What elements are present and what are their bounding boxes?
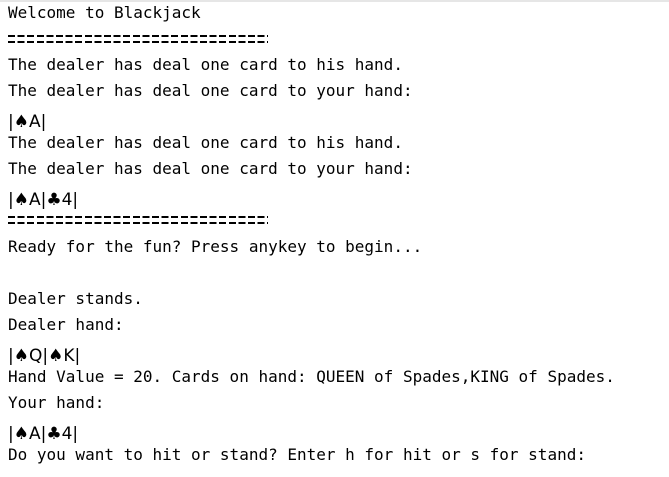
terminal-output[interactable]: Welcome to Blackjack The dealer has deal… bbox=[0, 0, 669, 477]
hit-stand-prompt-line: Do you want to hit or stand? Enter h for… bbox=[8, 445, 586, 464]
separator-line bbox=[8, 35, 268, 47]
player-cards-line: |♠A| bbox=[8, 112, 47, 132]
your-hand-label: Your hand: bbox=[8, 393, 105, 412]
welcome-line: Welcome to Blackjack bbox=[8, 3, 201, 22]
your-cards-line: |♠A|♣4| bbox=[8, 424, 79, 444]
dealer-deal-line: The dealer has deal one card to his hand… bbox=[8, 133, 403, 152]
player-deal-line: The dealer has deal one card to your han… bbox=[8, 81, 413, 100]
player-cards-line: |♠A|♣4| bbox=[8, 190, 79, 210]
dealer-stands-line: Dealer stands. bbox=[8, 289, 143, 308]
separator-line bbox=[8, 216, 268, 228]
dealer-deal-line: The dealer has deal one card to his hand… bbox=[8, 55, 403, 74]
dealer-hand-label: Dealer hand: bbox=[8, 315, 124, 334]
ready-prompt-line: Ready for the fun? Press anykey to begin… bbox=[8, 237, 423, 256]
dealer-cards-line: |♠Q|♠K| bbox=[8, 346, 81, 366]
dealer-hand-value-line: Hand Value = 20. Cards on hand: QUEEN of… bbox=[8, 367, 615, 386]
player-deal-line: The dealer has deal one card to your han… bbox=[8, 159, 413, 178]
